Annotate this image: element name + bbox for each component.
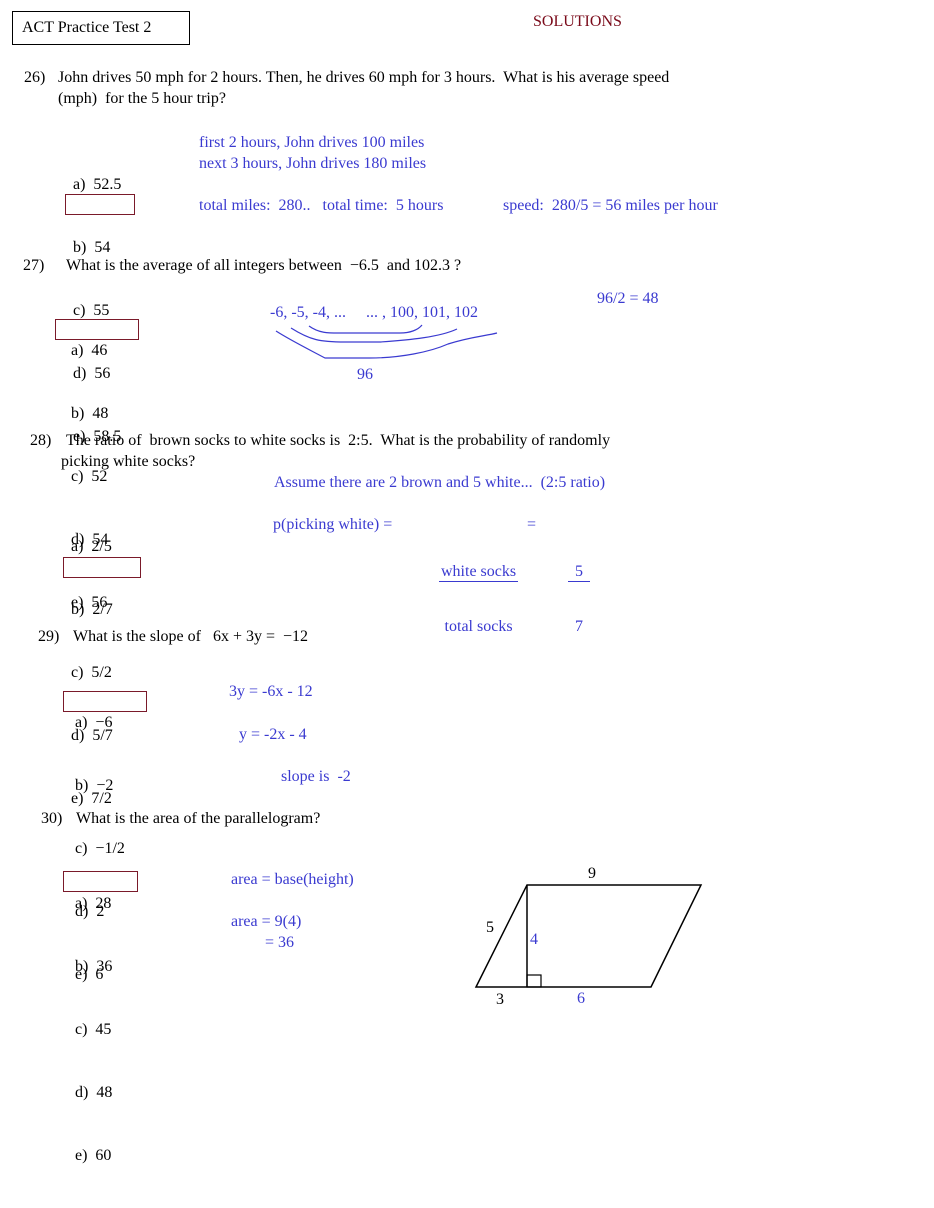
top-side-label: 9 <box>588 865 596 882</box>
base-right-label: 6 <box>577 990 585 1007</box>
choice-d: d) 48 <box>75 1084 113 1101</box>
base-left-label: 3 <box>496 991 504 1008</box>
parallelogram-shape <box>474 884 703 988</box>
slant-side-label: 5 <box>486 919 494 936</box>
right-angle-marker <box>526 974 542 988</box>
parallelogram-figure <box>474 884 703 988</box>
height-label: 4 <box>530 931 538 948</box>
choice-e: e) 60 <box>75 1147 112 1164</box>
